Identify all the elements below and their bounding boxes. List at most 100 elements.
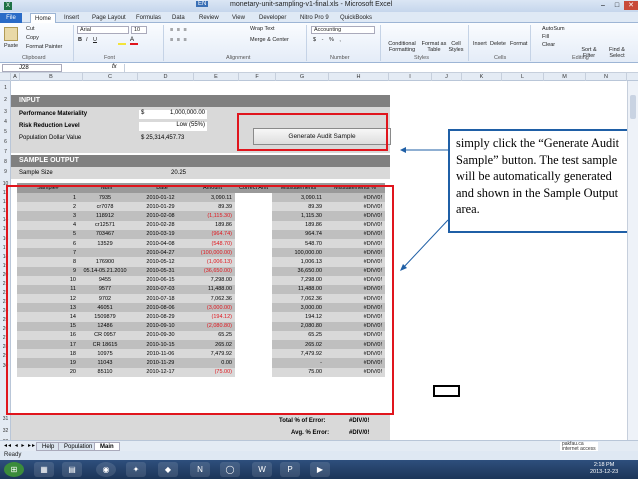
fill-color-icon[interactable] [118,37,126,45]
row-header[interactable]: 2 [0,97,11,103]
sheet-nav-icons[interactable]: ◂◂ ◂ ▸ ▸▸ [4,442,36,449]
row-header[interactable]: 32 [0,428,11,434]
clear-button[interactable]: Clear [542,42,555,48]
row-header[interactable]: 1 [0,85,11,91]
tab-view[interactable]: View [228,13,249,23]
row-header[interactable]: 9 [0,169,11,175]
delete-button[interactable]: Delete [490,41,506,47]
row-header[interactable]: 7 [0,149,11,155]
align-icons[interactable]: ≡ ≡ ≡ [170,27,188,33]
insert-button[interactable]: Insert [473,41,487,47]
col-header[interactable]: L [502,73,544,81]
select-all-corner[interactable] [0,73,11,81]
taskbar-search-icon[interactable]: ◯ [220,462,240,477]
taskbar-onenote-icon[interactable]: N [190,462,210,477]
col-header[interactable]: B [20,73,83,81]
tab-formulas[interactable]: Formulas [132,13,165,23]
col-header[interactable]: G [276,73,329,81]
language-indicator[interactable]: EN [196,1,209,7]
taskbar-powerpoint-icon[interactable]: ▶ [310,462,330,477]
italic-button[interactable]: I [86,37,88,43]
fx-icon[interactable]: fx [112,64,117,70]
tab-review[interactable]: Review [195,13,223,23]
tab-page-layout[interactable]: Page Layout [88,13,130,23]
materiality-input[interactable]: 1,000,000.00 [151,110,205,116]
sheet-tab-population[interactable]: Population [58,442,99,451]
tab-nitro[interactable]: Nitro Pro 9 [296,13,333,23]
minimize-icon[interactable]: – [596,1,610,10]
paste-button[interactable]: Paste [4,43,18,49]
underline-button[interactable]: U [93,37,97,43]
name-box[interactable]: J28 [2,64,62,72]
total-error-value: #DIV/0! [349,418,370,424]
col-header[interactable]: J [432,73,462,81]
vertical-scrollbar[interactable] [627,81,638,440]
close-icon[interactable]: ✕ [624,1,638,10]
selected-cell[interactable] [433,385,460,397]
row-header[interactable]: 6 [0,139,11,145]
avg-error-value: #DIV/0! [349,430,370,436]
col-header[interactable]: D [138,73,194,81]
format-as-table-button[interactable]: Format as Table [420,41,448,53]
tab-developer[interactable]: Developer [255,13,290,23]
tab-home[interactable]: Home [30,13,57,23]
paste-icon[interactable] [4,27,18,41]
tab-file[interactable]: File [0,13,22,23]
system-clock[interactable]: 2:18 PM 2013-12-23 [590,462,618,476]
number-symbols[interactable]: $ - % , [313,37,343,43]
row-header[interactable]: 31 [0,416,11,422]
col-header[interactable]: K [462,73,502,81]
format-painter-button[interactable]: Format Painter [26,44,62,50]
taskbar-folder-icon[interactable]: ▤ [62,462,82,477]
wrap-text-button[interactable]: Wrap Text [250,26,275,32]
row-header[interactable]: 8 [0,159,11,165]
find-select-button[interactable]: Find & Select [602,47,632,59]
taskbar-excel-icon[interactable]: ▦ [34,462,54,477]
group-clipboard: Clipboard [22,55,46,61]
tab-insert[interactable]: Insert [60,13,83,23]
sheet-tab-help[interactable]: Help [36,442,61,451]
row-header[interactable]: 4 [0,119,11,125]
fill-button[interactable]: Fill [542,34,549,40]
col-header[interactable]: F [239,73,276,81]
formula-input[interactable] [124,64,634,72]
col-header[interactable]: H [329,73,389,81]
taskbar-app-icon[interactable]: ◆ [158,462,178,477]
input-section-header: INPUT [11,95,390,107]
bold-button[interactable]: B [78,37,82,43]
sheet-tab-main[interactable]: Main [94,442,120,451]
conditional-formatting-button[interactable]: Conditional Formatting [384,41,420,53]
col-header[interactable]: E [194,73,239,81]
title-bar: X EN monetary-unit-sampling-v1-final.xls… [0,0,638,12]
number-format-select[interactable]: Accounting [311,26,375,34]
arrow-head-button [400,147,406,153]
cut-button[interactable]: Cut [26,26,35,32]
cell-styles-button[interactable]: Cell Styles [447,41,465,53]
tab-data[interactable]: Data [168,13,189,23]
font-size-select[interactable]: 10 [131,26,147,34]
align-icons-2[interactable]: ≡ ≡ ≡ [170,37,188,43]
tab-quickbooks[interactable]: QuickBooks [336,13,376,23]
autosum-button[interactable]: AutoSum [542,26,565,32]
col-header[interactable]: I [389,73,432,81]
row-header[interactable]: 3 [0,109,11,115]
col-header[interactable]: A [11,73,20,81]
taskbar-word-icon[interactable]: W [252,462,272,477]
taskbar-chrome-icon[interactable]: ◉ [96,462,116,477]
scroll-thumb[interactable] [630,95,636,119]
taskbar-tile-icon[interactable]: ✦ [126,462,146,477]
maximize-icon[interactable]: □ [610,1,624,10]
merge-center-button[interactable]: Merge & Center [250,37,289,43]
copy-button[interactable]: Copy [26,35,39,41]
font-color-icon[interactable]: A [130,37,138,45]
start-icon[interactable]: ⊞ [4,462,24,477]
col-header[interactable]: M [544,73,586,81]
risk-level-select[interactable]: Low (55%) [139,122,207,131]
window-title: monetary-unit-sampling-v1-final.xls - Mi… [230,1,393,8]
font-name-select[interactable]: Arial [77,26,129,34]
taskbar-pdf-icon[interactable]: P [280,462,300,477]
col-header[interactable]: C [83,73,138,81]
col-header[interactable]: N [586,73,627,81]
row-header[interactable]: 5 [0,129,11,135]
format-button[interactable]: Format [510,41,527,47]
